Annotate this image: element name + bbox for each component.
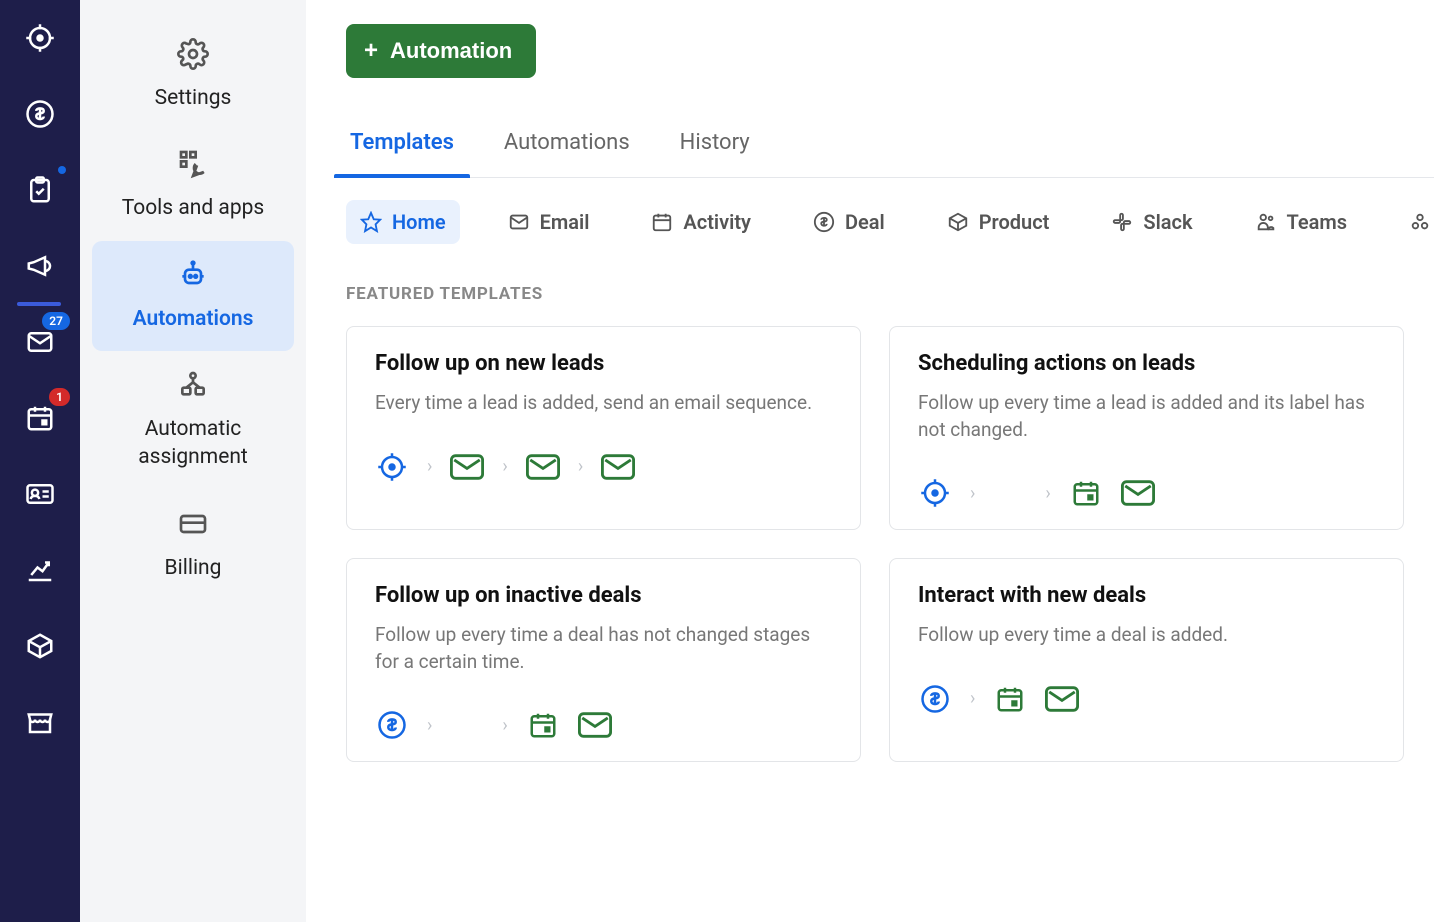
email-step-icon [601,453,635,481]
filter-product[interactable]: Product [933,200,1064,244]
sidebar-item-label: Billing [165,554,222,582]
sidebar-item-billing[interactable]: Billing [92,490,294,600]
tab-bar: Templates Automations History [346,118,1434,178]
rail-active-indicator [17,302,61,306]
email-step-icon [526,453,560,481]
slack-icon [1111,211,1133,233]
nav-box-icon[interactable] [20,626,60,666]
sidebar-item-label: Automatic assignment [102,415,284,472]
sidebar-item-label: Automations [133,305,254,333]
chevron-right-icon: › [502,456,507,477]
tab-history[interactable]: History [676,118,754,177]
assignment-icon [175,367,211,403]
chevron-right-icon: › [970,688,975,709]
nav-store-icon[interactable] [20,702,60,742]
nav-megaphone-icon[interactable] [20,246,60,286]
target-step-icon [375,453,409,481]
mail-badge: 27 [42,312,70,330]
chevron-right-icon: › [578,456,583,477]
section-title: FEATURED TEMPLATES [346,284,1434,304]
main-content: + Automation Templates Automations Histo… [306,0,1434,922]
nav-dollar-icon[interactable] [20,94,60,134]
calendar-badge: 1 [49,388,70,406]
filter-deal[interactable]: Deal [799,200,899,244]
template-cards: Follow up on new leads Every time a lead… [346,326,1434,762]
nav-calendar-icon[interactable]: 1 [20,398,60,438]
nav-clipboard-icon[interactable] [20,170,60,210]
card-steps: › › [918,479,1375,507]
activity-step-icon [1069,479,1103,507]
card-desc: Follow up every time a deal has not chan… [375,622,832,675]
filter-bar: Home Email Activity Deal Product Slack T… [346,200,1434,244]
dollar-icon [813,211,835,233]
notification-dot [58,166,66,174]
gear-icon [175,36,211,72]
filter-teams[interactable]: Teams [1241,200,1362,244]
email-step-icon [578,711,612,739]
sidebar-item-assignment[interactable]: Automatic assignment [92,351,294,490]
asana-icon [1409,211,1431,233]
card-title: Scheduling actions on leads [918,351,1375,376]
deal-step-icon [918,685,952,713]
card-desc: Follow up every time a lead is added and… [918,390,1375,443]
filter-activity[interactable]: Activity [637,200,765,244]
box-icon [947,211,969,233]
card-title: Interact with new deals [918,583,1375,608]
sidebar-item-label: Settings [155,84,232,112]
card-steps: › › › [375,453,832,481]
chevron-right-icon: › [427,456,432,477]
template-card[interactable]: Scheduling actions on leads Follow up ev… [889,326,1404,530]
filter-slack[interactable]: Slack [1097,200,1206,244]
card-title: Follow up on new leads [375,351,832,376]
template-card[interactable]: Follow up on inactive deals Follow up ev… [346,558,861,762]
template-card[interactable]: Interact with new deals Follow up every … [889,558,1404,762]
email-step-icon [1045,685,1079,713]
tab-templates[interactable]: Templates [346,118,458,177]
add-automation-button[interactable]: + Automation [346,24,536,78]
chevron-right-icon: › [1045,483,1050,504]
card-desc: Follow up every time a deal is added. [918,622,1375,649]
template-card[interactable]: Follow up on new leads Every time a lead… [346,326,861,530]
nav-icon-rail: 27 1 [0,0,80,922]
nav-contact-icon[interactable] [20,474,60,514]
nav-chart-icon[interactable] [20,550,60,590]
filter-home[interactable]: Home [346,200,460,244]
teams-icon [1255,211,1277,233]
deal-step-icon [375,711,409,739]
nav-mail-icon[interactable]: 27 [20,322,60,362]
filter-asana[interactable]: Asana [1395,200,1434,244]
card-steps: › [918,685,1375,713]
star-icon [360,211,382,233]
sidebar-item-automations[interactable]: Automations [92,241,294,351]
card-title: Follow up on inactive deals [375,583,832,608]
target-step-icon [918,479,952,507]
sidebar-item-settings[interactable]: Settings [92,20,294,130]
card-icon [175,506,211,542]
tab-automations[interactable]: Automations [500,118,634,177]
sidebar-item-tools[interactable]: Tools and apps [92,130,294,240]
email-step-icon [1121,479,1155,507]
chevron-right-icon: › [502,715,507,736]
plus-icon: + [364,39,378,63]
wait-step-icon [450,711,484,739]
activity-step-icon [526,711,560,739]
email-step-icon [450,453,484,481]
robot-icon [175,257,211,293]
wait-step-icon [993,479,1027,507]
nav-target-icon[interactable] [20,18,60,58]
chevron-right-icon: › [427,715,432,736]
add-automation-label: Automation [390,38,512,64]
settings-sidebar: Settings Tools and apps Automations Auto… [80,0,306,922]
calendar-icon [651,211,673,233]
card-desc: Every time a lead is added, send an emai… [375,390,832,417]
sidebar-item-label: Tools and apps [122,194,265,222]
filter-email[interactable]: Email [494,200,604,244]
activity-step-icon [993,685,1027,713]
chevron-right-icon: › [970,483,975,504]
tools-icon [175,146,211,182]
card-steps: › › [375,711,832,739]
email-icon [508,211,530,233]
